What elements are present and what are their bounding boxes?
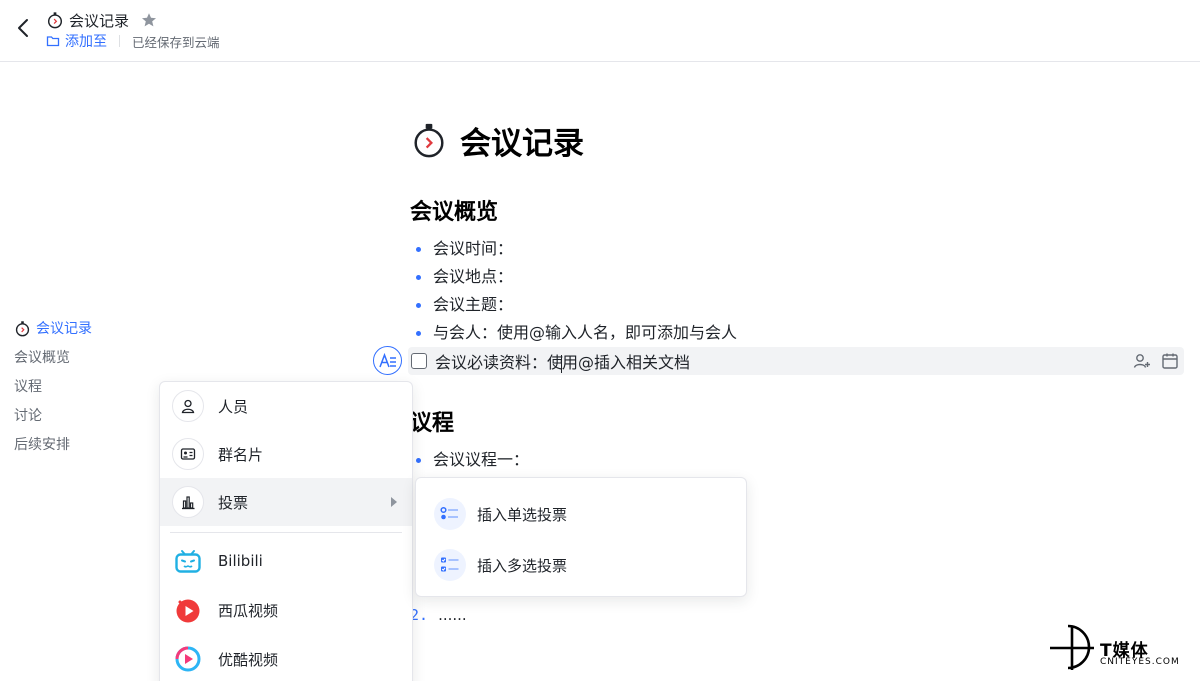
doc-meta-row: 添加至 已经保存到云端 xyxy=(46,31,220,51)
single-choice-vote-icon xyxy=(434,498,466,530)
list-text: ...... xyxy=(438,606,467,624)
watermark-url: CNITEYES.COM xyxy=(1100,657,1180,667)
menu-item-vote[interactable]: 投票 xyxy=(160,478,412,526)
list-item[interactable]: 会议议程一： xyxy=(410,446,1170,474)
submenu-item-label: 插入多选投票 xyxy=(477,556,568,575)
submenu-item-multi-vote[interactable]: 插入多选投票 xyxy=(416,540,746,590)
folder-icon xyxy=(46,36,60,47)
menu-item-bilibili[interactable]: Bilibili xyxy=(160,537,412,585)
menu-item-youku[interactable]: 优酷视频 xyxy=(160,635,412,681)
doc-heading-1: 会议记录 xyxy=(410,110,1190,170)
submenu-item-label: 插入单选投票 xyxy=(477,505,568,524)
outline-item-agenda[interactable]: 议程 xyxy=(14,372,164,401)
list-item[interactable]: 会议主题： xyxy=(410,291,1170,319)
tmedia-logo-icon xyxy=(1050,624,1094,670)
section-heading-overview[interactable]: 会议概览 xyxy=(410,194,498,226)
todo-text[interactable]: 会议必读资料：使用@插入相关文档 xyxy=(435,349,690,373)
menu-item-xigua-video[interactable]: 西瓜视频 xyxy=(160,586,412,634)
section-heading-agenda[interactable]: 议程 xyxy=(410,405,454,437)
watermark: T媒体 CNITEYES.COM xyxy=(1048,622,1196,672)
bilibili-icon xyxy=(172,545,204,577)
todo-checkbox[interactable] xyxy=(411,353,427,369)
list-item[interactable]: 会议地点： xyxy=(410,263,1170,291)
doc-main-title[interactable]: 会议记录 xyxy=(460,118,584,163)
todo-actions xyxy=(1132,351,1180,371)
menu-item-label: Bilibili xyxy=(218,552,263,570)
calendar-icon[interactable] xyxy=(1160,351,1180,371)
overview-bullet-list: 会议时间： 会议地点： 会议主题： 与会人：使用@输入人名，即可添加与会人 xyxy=(410,235,1170,347)
doc-editor-page: 会议记录 添加至 已经保存到云端 会议记录 会议概览 议程 讨论 后续安排 会议… xyxy=(0,0,1200,681)
multi-choice-vote-icon xyxy=(434,549,466,581)
outline-item-meeting-record[interactable]: 会议记录 xyxy=(14,314,164,343)
xigua-video-icon xyxy=(172,594,204,626)
youku-icon xyxy=(172,643,204,675)
stopwatch-icon xyxy=(47,12,63,29)
menu-item-label: 优酷视频 xyxy=(218,650,279,669)
outline-item-label: 讨论 xyxy=(14,407,42,424)
outline-item-label: 会议概览 xyxy=(14,349,70,366)
todo-text-after: 用@插入相关文档 xyxy=(562,353,691,372)
top-header: 会议记录 添加至 已经保存到云端 xyxy=(0,0,1200,62)
menu-item-label: 人员 xyxy=(218,397,249,416)
outline-item-follow-up[interactable]: 后续安排 xyxy=(14,430,164,459)
group-card-icon xyxy=(172,438,204,470)
list-item[interactable]: 与会人：使用@输入人名，即可添加与会人 xyxy=(410,319,1170,347)
todo-text-before: 会议必读资料：使 xyxy=(435,353,564,372)
outline-item-label: 议程 xyxy=(14,378,42,395)
text-format-icon xyxy=(378,352,396,367)
star-icon[interactable] xyxy=(141,12,157,28)
document-body: 会议记录 会议概览 会议时间： 会议地点： 会议主题： 与会人：使用@输入人名，… xyxy=(410,110,1190,624)
menu-divider xyxy=(170,532,402,533)
menu-item-label: 西瓜视频 xyxy=(218,601,279,620)
outline-item-label: 后续安排 xyxy=(14,436,70,453)
submenu-item-single-vote[interactable]: 插入单选投票 xyxy=(416,489,746,539)
add-to-button[interactable]: 添加至 xyxy=(46,31,107,51)
block-format-handle[interactable] xyxy=(373,346,402,375)
back-arrow-icon[interactable] xyxy=(12,16,34,40)
menu-item-group-card[interactable]: 群名片 xyxy=(160,430,412,478)
person-icon xyxy=(172,390,204,422)
doc-title-row: 会议记录 xyxy=(46,9,157,31)
stopwatch-icon xyxy=(15,321,30,337)
list-item[interactable]: 会议时间： xyxy=(410,235,1170,263)
todo-block[interactable]: 会议必读资料：使用@插入相关文档 xyxy=(408,347,1184,375)
outline-item-overview[interactable]: 会议概览 xyxy=(14,343,164,372)
menu-item-label: 群名片 xyxy=(218,445,264,464)
insert-menu: 人员 群名片 投票 Bilibili 西瓜视频 优酷视频 xyxy=(159,381,413,681)
agenda-bullet-list: 会议议程一： xyxy=(410,446,1170,474)
vote-chart-icon xyxy=(172,486,204,518)
save-status: 已经保存到云端 xyxy=(132,34,220,50)
chevron-right-icon xyxy=(391,497,397,507)
vote-submenu: 插入单选投票 插入多选投票 xyxy=(415,477,747,597)
divider xyxy=(119,35,120,47)
assign-person-icon[interactable] xyxy=(1132,351,1152,371)
doc-title[interactable]: 会议记录 xyxy=(69,10,129,31)
menu-item-person[interactable]: 人员 xyxy=(160,382,412,430)
outline-item-label: 会议记录 xyxy=(36,320,92,337)
outline-panel: 会议记录 会议概览 议程 讨论 后续安排 xyxy=(14,314,164,459)
menu-item-label: 投票 xyxy=(218,493,249,512)
add-to-label: 添加至 xyxy=(65,34,107,50)
numbered-list-item[interactable]: 2....... xyxy=(410,606,467,624)
stopwatch-icon xyxy=(414,123,444,158)
outline-item-discussion[interactable]: 讨论 xyxy=(14,401,164,430)
